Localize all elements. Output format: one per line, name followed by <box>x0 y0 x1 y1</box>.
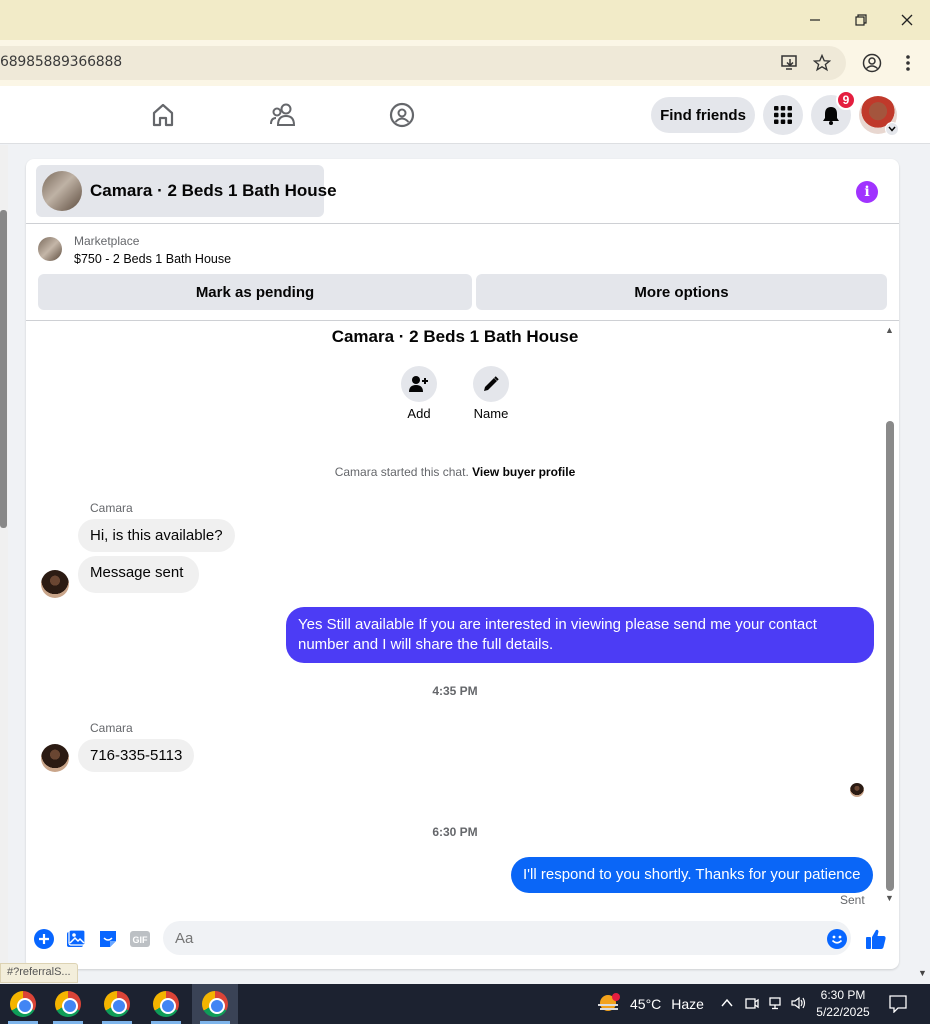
listing-small-thumbnail[interactable] <box>38 237 62 261</box>
chat-started-text: Camara started this chat. <box>334 465 469 479</box>
chrome-taskbar-icon[interactable] <box>143 984 189 1024</box>
chat-header-title: Camara · 2 Beds 1 Bath House <box>90 181 337 200</box>
marketplace-label: Marketplace <box>74 234 140 248</box>
gif-icon[interactable]: GIF <box>128 927 152 951</box>
message-input[interactable] <box>163 921 851 955</box>
conversation-title: Camara · 2 Beds 1 Bath House <box>331 327 579 346</box>
browser-menu-icon[interactable] <box>895 50 921 76</box>
minimize-icon[interactable] <box>792 0 838 40</box>
status-url-tooltip: #?referralS... <box>0 963 78 983</box>
friends-icon[interactable] <box>268 100 298 130</box>
temperature: 45°C <box>630 996 662 1012</box>
message-sender-name: Camara <box>90 501 133 515</box>
notification-badge: 9 <box>836 90 856 110</box>
view-buyer-profile-link[interactable]: View buyer profile <box>472 465 575 479</box>
close-icon[interactable] <box>884 0 930 40</box>
notification-center-icon[interactable] <box>889 995 907 1016</box>
page-scrollbar-thumb[interactable] <box>0 210 7 528</box>
window-titlebar <box>0 0 930 40</box>
outgoing-message-bubble[interactable]: Yes Still available If you are intereste… <box>286 607 874 663</box>
facebook-top-nav: Find friends 9 <box>0 86 930 144</box>
clock-time: 6:30 PM <box>820 988 866 1002</box>
chat-scrollbar-thumb[interactable] <box>886 421 894 891</box>
chrome-taskbar-icon-active[interactable] <box>192 984 238 1024</box>
sender-avatar[interactable] <box>41 744 69 772</box>
sent-status: Sent <box>840 893 865 907</box>
divider <box>26 223 899 224</box>
clock-date: 5/22/2025 <box>816 1005 870 1019</box>
haze-weather-icon <box>598 993 620 1011</box>
meet-now-icon[interactable] <box>745 996 759 1013</box>
menu-grid-icon[interactable] <box>763 95 803 135</box>
profile-icon[interactable] <box>859 50 885 76</box>
seen-by-avatar <box>850 783 864 797</box>
listing-thumbnail <box>42 171 82 211</box>
info-icon[interactable]: i <box>856 181 878 203</box>
outgoing-message-bubble[interactable]: I'll respond to you shortly. Thanks for … <box>511 857 873 893</box>
photo-icon[interactable] <box>64 927 88 951</box>
incoming-message-bubble[interactable]: Message sent <box>78 556 200 593</box>
more-options-button[interactable]: More options <box>476 274 887 310</box>
incoming-message-bubble[interactable]: Hi, is this available? <box>78 519 235 552</box>
mark-as-pending-button[interactable]: Mark as pending <box>38 274 472 310</box>
chevron-down-icon[interactable] <box>885 122 899 136</box>
plus-circle-icon[interactable] <box>32 927 56 951</box>
name-label: Name <box>473 406 509 421</box>
scroll-down-arrow-icon[interactable]: ▼ <box>885 893 894 903</box>
volume-icon[interactable] <box>791 996 807 1013</box>
sticker-icon[interactable] <box>96 927 120 951</box>
groups-icon[interactable] <box>387 100 417 130</box>
thumbs-up-icon[interactable] <box>864 927 888 951</box>
home-icon[interactable] <box>148 100 178 130</box>
find-friends-button[interactable]: Find friends <box>651 97 755 133</box>
message-timestamp: 6:30 PM <box>432 825 478 839</box>
scroll-up-arrow-icon[interactable]: ▲ <box>885 325 894 335</box>
system-clock[interactable]: 6:30 PM 5/22/2025 <box>808 987 878 1021</box>
address-bar-row: 68985889366888 <box>0 40 930 86</box>
sender-avatar[interactable] <box>41 570 69 598</box>
listing-price-title[interactable]: $750 - 2 Beds 1 Bath House <box>74 252 231 266</box>
incoming-message-bubble[interactable]: 716-335-5113 <box>78 739 195 772</box>
omnibox[interactable]: 68985889366888 <box>0 46 846 80</box>
chat-header-button[interactable]: Camara · 2 Beds 1 Bath House <box>36 165 337 217</box>
edit-name-pencil-icon[interactable] <box>473 366 509 402</box>
install-app-icon[interactable] <box>777 50 803 76</box>
chat-started-notice: Camara started this chat. View buyer pro… <box>26 465 884 479</box>
page-scroll-down-arrow-icon[interactable]: ▼ <box>918 968 927 978</box>
chrome-taskbar-icon[interactable] <box>0 984 46 1024</box>
chrome-taskbar-icon[interactable] <box>45 984 91 1024</box>
chevron-up-icon[interactable] <box>721 996 733 1012</box>
weather-condition: Haze <box>671 996 704 1012</box>
chrome-taskbar-icon[interactable] <box>94 984 140 1024</box>
chat-panel: Camara · 2 Beds 1 Bath House i Marketpla… <box>26 159 899 969</box>
message-sender-name: Camara <box>90 721 133 735</box>
weather-widget[interactable]: 45°C Haze <box>596 984 704 1024</box>
message-timestamp: 4:35 PM <box>432 684 478 698</box>
windows-taskbar: 45°C Haze 6:30 PM 5/22/2025 <box>0 984 930 1024</box>
network-icon[interactable] <box>768 996 782 1013</box>
add-person-icon[interactable] <box>401 366 437 402</box>
svg-text:GIF: GIF <box>133 935 149 945</box>
emoji-icon[interactable] <box>825 927 849 951</box>
restore-icon[interactable] <box>838 0 884 40</box>
bookmark-star-icon[interactable] <box>809 50 835 76</box>
url-text[interactable]: 68985889366888 <box>0 54 122 70</box>
add-label: Add <box>407 406 431 421</box>
divider <box>26 320 899 321</box>
